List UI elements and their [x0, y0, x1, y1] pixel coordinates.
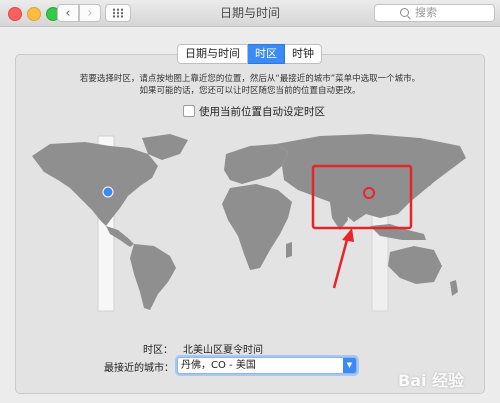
auto-timezone-checkbox[interactable]	[183, 105, 195, 117]
location-pin-icon[interactable]	[102, 186, 114, 198]
chevron-down-icon: ▼	[343, 358, 356, 373]
search-placeholder: 搜索	[415, 6, 437, 19]
africa-landmass	[222, 184, 292, 270]
search-field[interactable]: 搜索	[374, 4, 495, 22]
tab-timezone[interactable]: 时区	[248, 44, 285, 64]
closest-city-value: 丹佛，CO - 美国	[181, 360, 256, 371]
europe-landmass	[224, 144, 288, 184]
annotation-arrow	[332, 235, 350, 289]
asia-landmass	[276, 134, 466, 222]
instruction-line-1: 若要选择时区，请点按地图上靠近您的位置，然后从“最接近的城市”菜单中选取一个城市…	[79, 74, 421, 84]
timezone-value: 北美山区夏令时间	[183, 345, 263, 356]
madagascar-landmass	[286, 242, 292, 258]
tab-clock[interactable]: 时钟	[285, 44, 322, 64]
new-zealand-landmass	[450, 280, 458, 296]
auto-timezone-row[interactable]: 使用当前位置自动设定时区	[183, 104, 325, 119]
title-bar: ‹ › 日期与时间 搜索	[0, 0, 500, 27]
north-america-landmass	[32, 142, 158, 226]
south-america-landmass	[130, 244, 176, 310]
auto-timezone-label: 使用当前位置自动设定时区	[199, 106, 325, 118]
tab-bar: 日期与时间 时区 时钟	[177, 44, 322, 64]
timezone-label: 时区：	[143, 345, 173, 356]
tab-date-time[interactable]: 日期与时间	[177, 44, 248, 64]
australia-landmass	[388, 246, 442, 284]
closest-city-select[interactable]: 丹佛，CO - 美国 ▼	[177, 357, 357, 374]
world-map[interactable]	[30, 126, 470, 316]
closest-city-label: 最接近的城市：	[104, 363, 174, 374]
instruction-line-2: 如果可能的话，您还可以让时区随您当前的位置自动更改。	[139, 86, 361, 96]
annotation-arrowhead	[342, 228, 354, 242]
search-icon	[400, 8, 409, 17]
india-landmass	[330, 202, 348, 230]
watermark-logo: Bai 经验	[398, 371, 465, 390]
